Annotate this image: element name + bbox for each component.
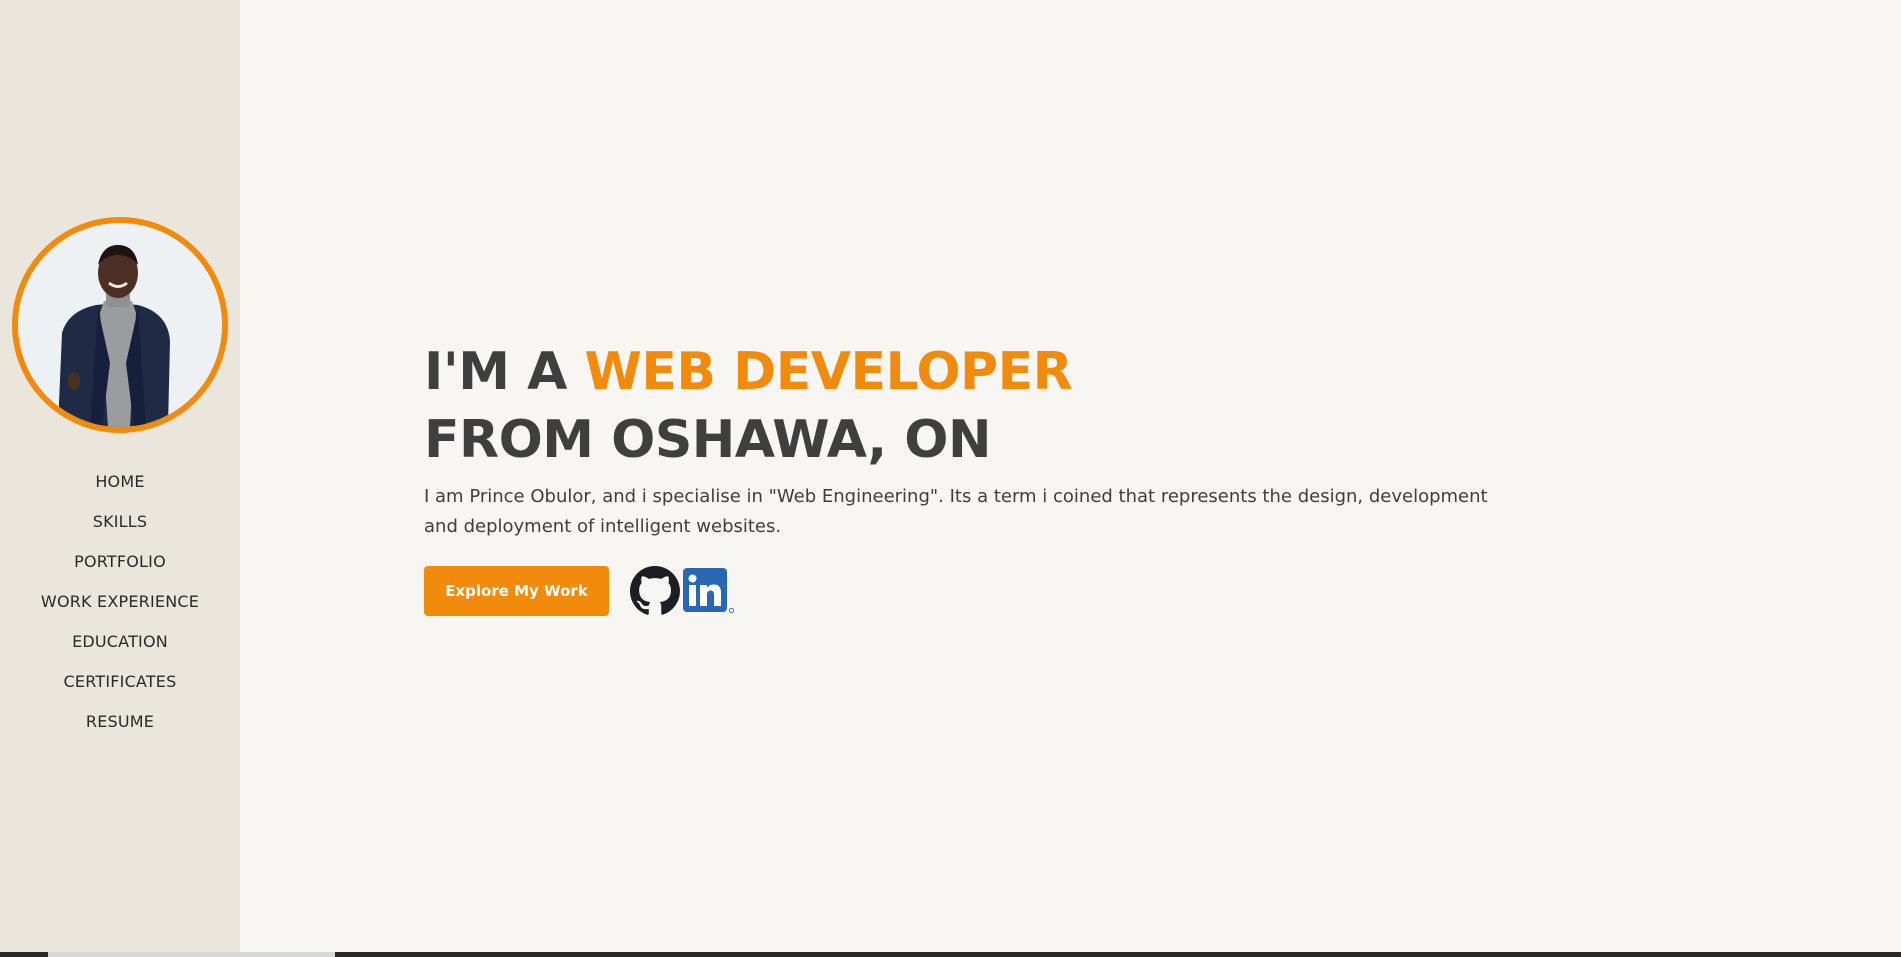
sidebar-nav: HOME SKILLS PORTFOLIO WORK EXPERIENCE ED…	[0, 462, 240, 742]
profile-photo	[18, 223, 222, 427]
nav-item-work-experience[interactable]: WORK EXPERIENCE	[0, 582, 240, 622]
linkedin-icon[interactable]	[683, 568, 735, 614]
nav-item-resume[interactable]: RESUME	[0, 702, 240, 742]
hero-headline: I'M A WEB DEVELOPER FROM OSHAWA, ON	[424, 338, 1524, 474]
nav-item-home[interactable]: HOME	[0, 462, 240, 502]
nav-item-education[interactable]: EDUCATION	[0, 622, 240, 662]
explore-work-button[interactable]: Explore My Work	[424, 566, 609, 616]
scrollbar-thumb[interactable]	[48, 952, 335, 957]
profile-avatar	[12, 217, 228, 433]
nav-item-skills[interactable]: SKILLS	[0, 502, 240, 542]
headline-prefix: I'M A	[424, 342, 585, 402]
hero-intro: I am Prince Obulor, and i specialise in …	[424, 486, 1488, 537]
sidebar: HOME SKILLS PORTFOLIO WORK EXPERIENCE ED…	[0, 0, 240, 952]
hero-section: I'M A WEB DEVELOPER FROM OSHAWA, ON I am…	[424, 338, 1524, 616]
nav-item-portfolio[interactable]: PORTFOLIO	[0, 542, 240, 582]
github-icon[interactable]	[630, 566, 680, 616]
social-links	[630, 566, 735, 616]
headline-accent: WEB DEVELOPER	[584, 342, 1073, 402]
headline-line2: FROM OSHAWA, ON	[424, 410, 992, 470]
hero-actions: Explore My Work	[424, 566, 1524, 616]
horizontal-scrollbar[interactable]	[0, 952, 1901, 957]
nav-item-certificates[interactable]: CERTIFICATES	[0, 662, 240, 702]
